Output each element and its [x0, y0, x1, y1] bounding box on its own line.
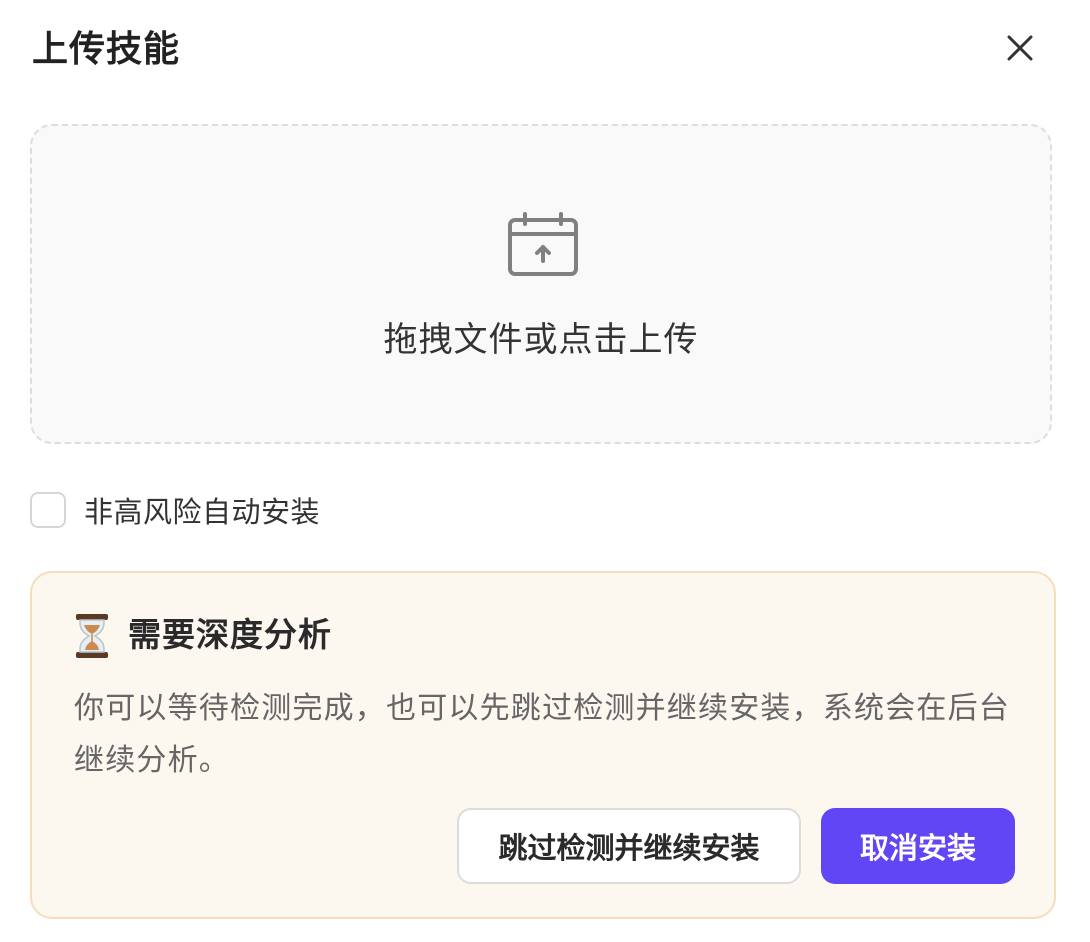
deep-analysis-notice: 需要深度分析 你可以等待检测完成，也可以先跳过检测并继续安装，系统会在后台继续分… [30, 571, 1056, 919]
upload-skill-dialog: 上传技能 拖拽文件或点击上传 非高风险自动安装 需要深度分析 你可以等待检测完成… [0, 0, 1090, 942]
auto-install-checkbox[interactable] [30, 492, 66, 528]
close-icon [1007, 35, 1033, 61]
notice-title: 需要深度分析 [128, 615, 332, 654]
auto-install-option[interactable]: 非高风险自动安装 [30, 489, 320, 531]
notice-text: 你可以等待检测完成，也可以先跳过检测并继续安装，系统会在后台继续分析。 [74, 691, 1010, 778]
file-dropzone[interactable]: 拖拽文件或点击上传 [30, 124, 1052, 444]
cancel-install-button[interactable]: 取消安装 [821, 808, 1015, 884]
hourglass-icon [76, 614, 108, 658]
dialog-title: 上传技能 [32, 29, 181, 70]
skip-check-and-install-button[interactable]: 跳过检测并继续安装 [457, 808, 801, 884]
auto-install-label: 非高风险自动安装 [84, 495, 321, 529]
dropzone-text: 拖拽文件或点击上传 [383, 320, 699, 360]
close-button[interactable] [1000, 28, 1040, 68]
upload-icon [508, 212, 578, 276]
